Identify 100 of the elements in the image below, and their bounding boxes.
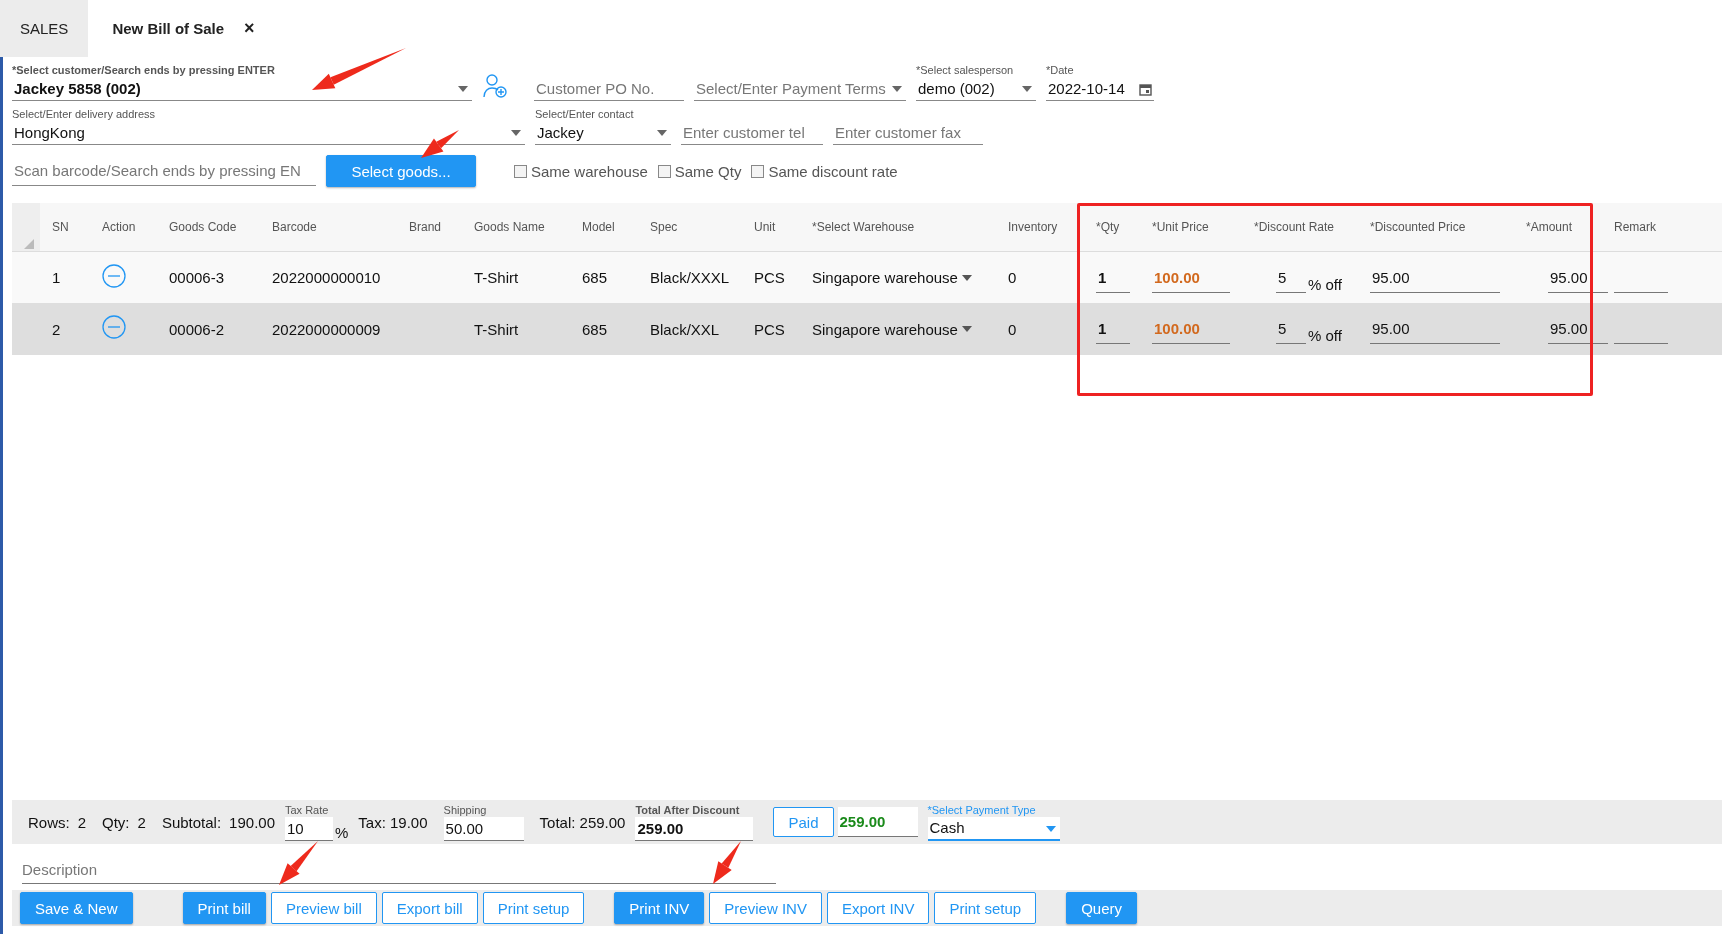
paid-amount-field[interactable]: 259.00 (837, 807, 918, 837)
caret-icon (657, 130, 667, 136)
summary-value: 190.00 (229, 813, 275, 831)
column-header: Action (101, 220, 137, 234)
field-label: Shipping (443, 803, 488, 817)
field-label: *Select customer/Search ends by pressing ENTER (12, 64, 276, 77)
qty-field[interactable]: 1 (1096, 262, 1130, 293)
caret-icon (511, 130, 521, 136)
column-header: Unit (753, 220, 777, 234)
discounted-price-field[interactable]: 95.00 (1370, 314, 1500, 344)
close-icon[interactable]: × (244, 18, 255, 39)
column-header: Barcode (271, 220, 318, 234)
total-after-discount-field[interactable]: 259.00 (635, 816, 754, 841)
payment-type-select[interactable]: Cash (927, 816, 1060, 841)
summary-label: Subtotal: (161, 813, 222, 831)
column-header: Model (581, 220, 616, 234)
customer-field[interactable]: Jackey 5858 (002) (12, 77, 472, 101)
caret-icon (961, 326, 972, 332)
column-header: *Select Warehouse (811, 220, 916, 234)
field-label: Select/Enter contact (535, 108, 635, 121)
table-row[interactable]: 1 00006-3 2022000000010 T-Shirt 685 Black/XXXL PCS Singapore warehouse 0 1 100.00 5 % off 95.00 95.00 (12, 252, 1722, 303)
total-amount: Total: 259.00 (539, 813, 626, 831)
remove-icon[interactable] (102, 263, 126, 288)
caret-icon (1022, 86, 1032, 92)
caret-icon (961, 274, 972, 281)
caret-icon (458, 86, 468, 92)
field-label: Select/Enter delivery address (12, 108, 157, 121)
column-header: *Discount Rate (1253, 220, 1336, 234)
warehouse-select[interactable]: Singapore warehouse (812, 320, 958, 338)
pointer-arrow (421, 130, 459, 158)
date-field[interactable]: 2022-10-14 (1046, 77, 1154, 101)
summary-value: 2 (77, 813, 87, 831)
tel-field[interactable]: Enter customer tel (681, 121, 823, 145)
discounted-price-field[interactable]: 95.00 (1370, 262, 1500, 293)
table-cell-text: Black/XXL (649, 320, 721, 338)
table-cell-text: 0 (1007, 320, 1018, 338)
qty-field[interactable]: 1 (1096, 314, 1130, 344)
calendar-icon[interactable] (1139, 82, 1152, 96)
resize-corner-icon (24, 239, 34, 249)
tax-rate-field[interactable]: 10 (285, 816, 333, 841)
salesperson-field[interactable]: demo (002) (916, 77, 1036, 101)
add-person-icon[interactable] (482, 73, 508, 99)
warehouse-select[interactable]: Singapore warehouse (812, 269, 958, 286)
field-label: *Date (1046, 64, 1075, 77)
table-cell-text: 2022000000010 (271, 269, 382, 286)
percent-sign: % (335, 823, 349, 841)
checkbox-square[interactable] (657, 164, 671, 178)
column-header: *Discounted Price (1369, 220, 1467, 234)
column-header: Goods Code (168, 220, 238, 234)
column-header: SN (51, 220, 70, 234)
discount-field[interactable]: 5 (1276, 314, 1306, 344)
discount-suffix: % off (1308, 327, 1342, 344)
option-checkbox[interactable]: Same Qty (657, 162, 742, 180)
column-header: Brand (408, 220, 443, 234)
discount-field[interactable]: 5 (1276, 262, 1306, 293)
column-header: Goods Name (473, 220, 546, 234)
tab[interactable]: SALES (0, 0, 89, 57)
field-label: *Select Payment Type (927, 803, 1037, 817)
payment-terms-field[interactable]: Select/Enter Payment Terms (694, 77, 906, 101)
remove-icon[interactable] (102, 315, 126, 339)
column-header: Inventory (1007, 220, 1059, 234)
column-header: *Qty (1095, 220, 1121, 234)
tab-label: SALES (20, 20, 69, 37)
table-cell-text: 685 (581, 269, 609, 286)
option-checkbox[interactable]: Same discount rate (751, 162, 898, 180)
discount-suffix: % off (1308, 275, 1342, 293)
contact-field[interactable]: Jackey (535, 121, 671, 145)
column-header: Spec (649, 220, 679, 234)
table-cell-text: 00006-3 (168, 269, 226, 286)
checkbox-square[interactable] (751, 164, 765, 178)
summary-label: Qty: (102, 813, 130, 831)
tax-amount: Tax: 19.00 (358, 813, 428, 831)
column-header: *Unit Price (1151, 220, 1210, 234)
fax-field[interactable]: Enter customer fax (833, 121, 983, 145)
table-cell-text: 00006-2 (168, 320, 226, 338)
barcode-search-field[interactable]: Scan barcode/Search ends by pressing EN (12, 156, 316, 186)
field-label: *Select salesperson (916, 64, 1015, 77)
pointer-arrow (279, 841, 318, 885)
caret-icon (892, 86, 902, 92)
amount-field[interactable]: 95.00 (1548, 314, 1608, 344)
table-cell-text: T-Shirt (473, 320, 520, 338)
table-cell-text: 685 (581, 320, 609, 338)
column-header: Remark (1613, 220, 1657, 234)
amount-field[interactable]: 95.00 (1548, 262, 1608, 293)
field-label: Tax Rate (285, 803, 330, 817)
checkbox-square[interactable] (514, 164, 527, 178)
table-row[interactable]: 2 00006-2 2022000000009 T-Shirt 685 Black/XXL PCS Singapore warehouse 0 1 100.00 5 % off 95.00 95.00 (12, 303, 1722, 355)
table-cell-text: PCS (753, 320, 786, 338)
table-cell-text: 2 (51, 320, 62, 338)
po-number-field[interactable]: Customer PO No. (534, 77, 684, 101)
table-cell-text: 1 (51, 269, 62, 286)
summary-value: 2 (137, 813, 146, 831)
table-cell-text: 0 (1007, 269, 1018, 286)
table-cell-text: Black/XXXL (649, 269, 731, 286)
option-checkbox[interactable]: Same warehouse (514, 162, 648, 180)
column-header: *Amount (1525, 220, 1574, 234)
shipping-field[interactable]: 50.00 (443, 816, 524, 841)
caret-icon (1045, 825, 1056, 832)
tab-label: New Bill of Sale (112, 20, 225, 37)
table-cell-text: PCS (753, 269, 786, 286)
